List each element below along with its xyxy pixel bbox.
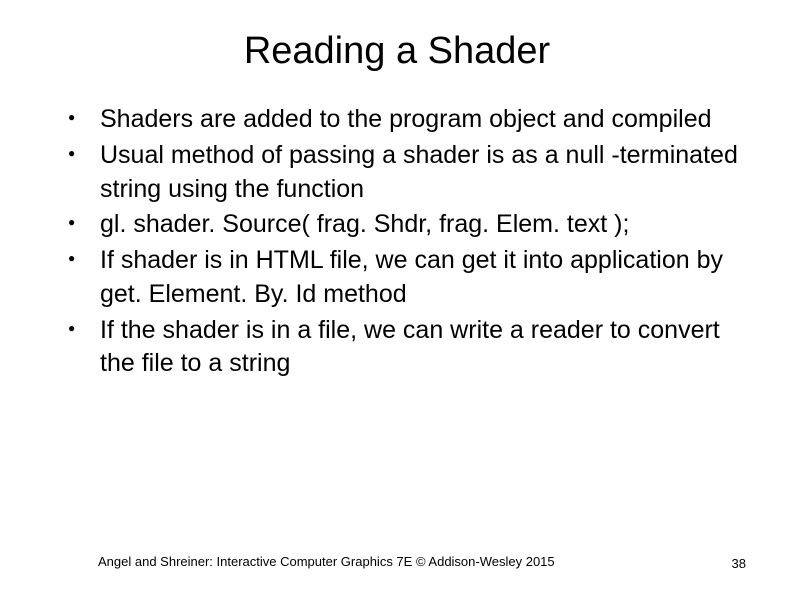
list-item: gl. shader. Source( frag. Shdr, frag. El…: [60, 208, 744, 242]
list-item: If the shader is in a file, we can write…: [60, 314, 744, 382]
bullet-list: Shaders are added to the program object …: [60, 103, 744, 381]
list-item: Usual method of passing a shader is as a…: [60, 139, 744, 207]
list-item: Shaders are added to the program object …: [60, 103, 744, 137]
slide-content: Shaders are added to the program object …: [40, 103, 754, 381]
slide-title: Reading a Shader: [40, 30, 754, 73]
page-number: 38: [732, 556, 746, 571]
footer-citation: Angel and Shreiner: Interactive Computer…: [98, 554, 555, 569]
list-item: If shader is in HTML file, we can get it…: [60, 244, 744, 312]
slide-footer: Angel and Shreiner: Interactive Computer…: [0, 553, 794, 571]
slide: Reading a Shader Shaders are added to th…: [0, 0, 794, 595]
